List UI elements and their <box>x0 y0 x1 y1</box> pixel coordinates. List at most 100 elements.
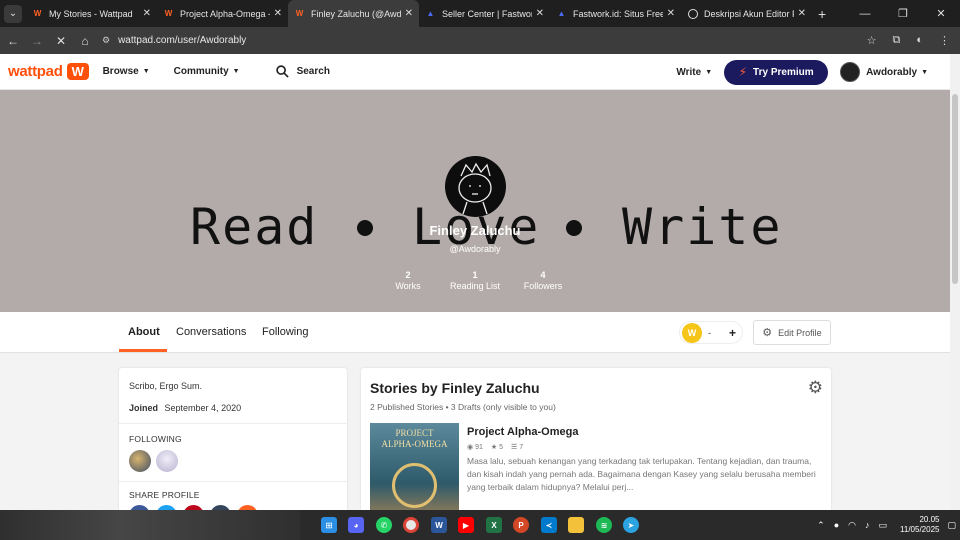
stat-value: 1 <box>472 270 478 280</box>
browser-tab[interactable]: ▲ Seller Center | Fastwork.id ✕ <box>419 0 550 27</box>
bookmark-star-icon[interactable]: ☆ <box>867 34 877 47</box>
page-scrollbar[interactable] <box>950 54 960 510</box>
chrome-icon[interactable] <box>403 517 419 533</box>
notification-icon[interactable]: ▢ <box>947 520 956 531</box>
following-avatar[interactable] <box>129 450 151 472</box>
browse-label: Browse <box>102 66 139 77</box>
os-taskbar: ⊞ ◕ ✆ W ▶ X P ≺ ≋ ➤ ⌃ ● ◠ ♪ ▭ 20.05 11/0… <box>0 510 960 540</box>
close-icon[interactable]: ✕ <box>667 8 675 19</box>
scrollbar-thumb[interactable] <box>952 94 958 284</box>
close-icon[interactable]: ✕ <box>405 8 413 19</box>
windows-start-icon[interactable]: ⊞ <box>321 517 337 533</box>
write-dropdown[interactable]: Write ▼ <box>676 67 712 78</box>
menu-icon[interactable]: ⋮ <box>939 34 950 47</box>
divider <box>119 423 347 424</box>
story-description: Masa lalu, sebuah kenangan yang terkadan… <box>467 456 816 492</box>
youtube-icon[interactable]: ▶ <box>458 517 474 533</box>
wattpad-logo[interactable]: wattpad W <box>8 63 89 80</box>
community-dropdown[interactable]: Community ▼ <box>174 66 240 77</box>
telegram-icon[interactable]: ➤ <box>623 517 639 533</box>
fastwork-icon: ▲ <box>557 9 566 18</box>
file-explorer-icon[interactable] <box>568 517 584 533</box>
close-icon[interactable]: ✕ <box>143 8 151 19</box>
profile-avatar[interactable] <box>445 156 506 217</box>
browse-dropdown[interactable]: Browse ▼ <box>103 66 150 77</box>
browser-tab-active[interactable]: W Finley Zaluchu (@Awdorab ✕ <box>288 0 419 27</box>
new-tab-button[interactable]: + <box>818 6 826 22</box>
joined-date: September 4, 2020 <box>164 403 242 413</box>
browser-tab[interactable]: ▲ Fastwork.id: Situs Freelanc ✕ <box>550 0 681 27</box>
search-input[interactable]: Search <box>275 65 330 78</box>
discord-icon[interactable]: ◕ <box>348 517 364 533</box>
forward-icon[interactable]: → <box>26 34 48 48</box>
stat-reading-list[interactable]: 1 Reading List <box>446 270 504 292</box>
word-icon[interactable]: W <box>431 517 447 533</box>
home-icon[interactable]: ⌂ <box>74 34 96 48</box>
browser-tab[interactable]: Deskripsi Akun Editor Pen ✕ <box>681 0 812 27</box>
close-icon[interactable]: ✕ <box>798 8 806 19</box>
profile-icon[interactable]: ◐ <box>916 34 923 47</box>
vscode-icon[interactable]: ≺ <box>541 517 557 533</box>
clock[interactable]: 20.05 11/05/2025 <box>900 515 939 535</box>
extensions-icon[interactable]: ⧉ <box>892 34 900 47</box>
stat-value: 4 <box>540 270 546 280</box>
excel-icon[interactable]: X <box>486 517 502 533</box>
minimize-icon[interactable]: — <box>846 8 884 20</box>
profile-name: Finley Zaluchu <box>429 223 521 238</box>
following-avatar[interactable] <box>156 450 178 472</box>
coin-balance[interactable]: W - + <box>679 321 743 344</box>
tab-following[interactable]: Following <box>262 326 308 338</box>
avatar <box>840 62 861 82</box>
add-coins-button[interactable]: + <box>729 326 736 340</box>
votes-count: 5 <box>499 444 503 451</box>
whatsapp-icon[interactable]: ✆ <box>376 517 392 533</box>
browser-tab[interactable]: W My Stories - Wattpad ✕ <box>26 0 157 27</box>
stop-loading-icon[interactable]: ✕ <box>50 34 72 48</box>
story-title[interactable]: Project Alpha-Omega <box>467 426 578 438</box>
header-actions: Write ▼ ⚡ Try Premium Awdorably ▼ <box>676 54 960 90</box>
toolbar-actions: ☆ ⧉ ◐ ⋮ <box>867 34 950 47</box>
taskbar-background <box>0 510 300 540</box>
search-icon <box>275 65 289 78</box>
url-text: wattpad.com/user/Awdorably <box>118 35 247 46</box>
gear-icon[interactable]: ⚙ <box>808 378 823 398</box>
wattpad-icon: W <box>295 9 304 18</box>
divider <box>119 481 347 482</box>
tab-search-icon[interactable]: ⌄ <box>4 4 22 23</box>
close-icon[interactable]: ✕ <box>536 8 544 19</box>
wattpad-icon: W <box>164 9 173 18</box>
powerpoint-icon[interactable]: P <box>513 517 529 533</box>
stories-heading: Stories by Finley Zaluchu <box>370 380 540 396</box>
tab-title: Fastwork.id: Situs Freelanc <box>573 8 663 19</box>
tab-about[interactable]: About <box>128 326 160 338</box>
community-label: Community <box>173 66 229 77</box>
user-menu[interactable]: Awdorably ▼ <box>840 62 928 82</box>
app-tray-icon[interactable]: ● <box>834 520 839 530</box>
restore-icon[interactable]: ❐ <box>884 7 922 20</box>
caret-down-icon: ▼ <box>921 68 928 76</box>
battery-icon[interactable]: ▭ <box>879 520 888 531</box>
close-icon[interactable]: ✕ <box>274 8 282 19</box>
back-icon[interactable]: ← <box>2 34 24 48</box>
system-tray: ⌃ ● ◠ ♪ ▭ 20.05 11/05/2025 ▢ <box>817 510 956 540</box>
try-premium-button[interactable]: ⚡ Try Premium <box>724 59 829 85</box>
close-window-icon[interactable]: ✕ <box>922 7 960 20</box>
following-heading: FOLLOWING <box>129 434 182 444</box>
stat-followers[interactable]: 4 Followers <box>518 270 568 292</box>
tab-conversations[interactable]: Conversations <box>176 326 246 338</box>
votes-stat: ★ 5 <box>491 443 503 451</box>
browser-tab[interactable]: W Project Alpha-Omega - Fi ✕ <box>157 0 288 27</box>
doodle-face-icon <box>458 162 492 215</box>
chevron-up-icon[interactable]: ⌃ <box>817 520 825 531</box>
edit-profile-button[interactable]: ⚙ Edit Profile <box>753 320 831 345</box>
parts-stat: ☰ 7 <box>511 443 523 451</box>
volume-icon[interactable]: ♪ <box>865 520 870 530</box>
stat-works[interactable]: 2 Works <box>388 270 428 292</box>
stat-label: Reading List <box>449 281 501 291</box>
spotify-icon[interactable]: ≋ <box>596 517 612 533</box>
url-field[interactable]: ⚙ wattpad.com/user/Awdorably <box>102 35 246 46</box>
site-header: wattpad W Browse ▼ Community ▼ Search Wr… <box>0 54 960 90</box>
tab-title: My Stories - Wattpad <box>49 8 133 19</box>
wifi-icon[interactable]: ◠ <box>848 520 856 531</box>
site-info-icon[interactable]: ⚙ <box>102 35 110 46</box>
